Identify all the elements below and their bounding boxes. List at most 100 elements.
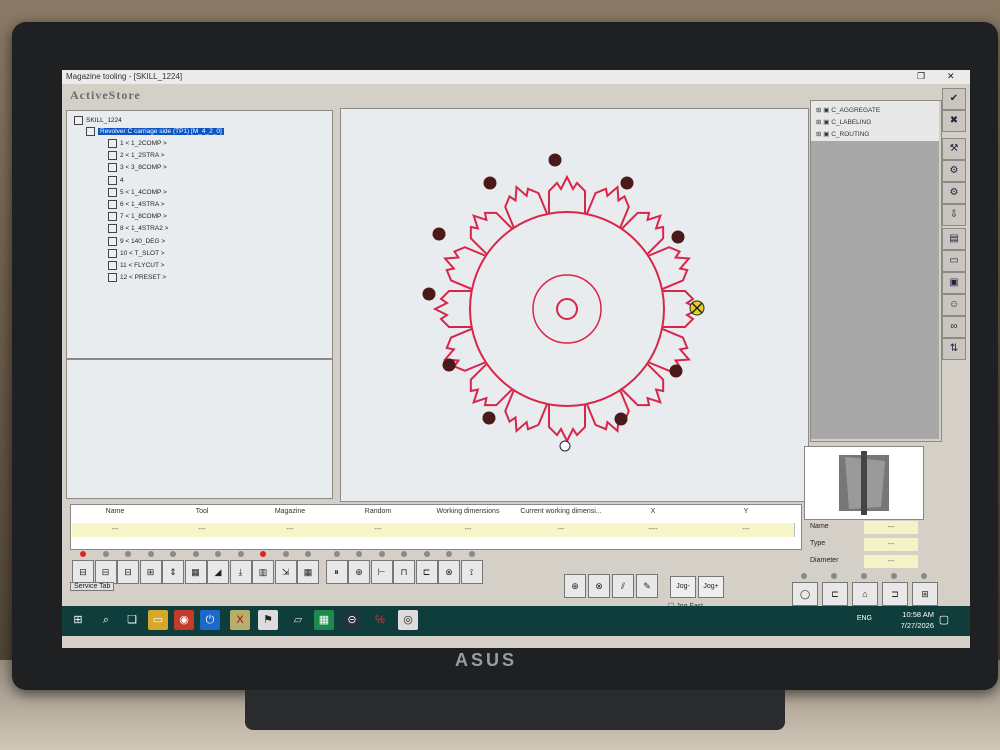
tree-item[interactable]: 11 < FLYCUT >	[108, 261, 164, 270]
notification-icon[interactable]: ▢	[934, 610, 954, 630]
control-button[interactable]: ✎	[636, 574, 658, 598]
toolbar-button[interactable]: ⏸	[325, 560, 348, 584]
folder-icon[interactable]: ▭	[942, 250, 966, 272]
toolbar-button[interactable]: ⟟	[460, 560, 483, 584]
jog-minus-button[interactable]: Jog-	[670, 576, 696, 598]
sort-icon[interactable]: ⇅	[942, 338, 966, 360]
grid-cell[interactable]: ---	[158, 523, 247, 537]
search-icon[interactable]: ⌕	[96, 610, 116, 630]
glasses-icon[interactable]: ∞	[942, 316, 966, 338]
tree-item[interactable]: 1 < 1_2COMP >	[108, 139, 167, 148]
toolbar-button[interactable]: ⊕	[348, 560, 370, 584]
language-indicator[interactable]: ENG	[857, 615, 872, 622]
toolbar-button[interactable]: ⇲	[274, 560, 297, 584]
toolbar-button[interactable]: ⤓	[229, 560, 252, 584]
toolbar-button[interactable]: ⊟	[72, 560, 94, 584]
control-button[interactable]: ⫽	[612, 574, 634, 598]
tool-holder[interactable]	[648, 242, 696, 290]
grid-cell[interactable]: ---	[246, 523, 335, 537]
tool-icon[interactable]: ⚒	[942, 138, 966, 160]
grid-header[interactable]: X	[608, 508, 698, 515]
tree-item[interactable]: 2 < 1_2STRA >	[108, 151, 164, 161]
tool-holder[interactable]	[461, 203, 513, 255]
service-tab-button[interactable]: Service Tab	[70, 582, 115, 591]
tool-holder[interactable]	[438, 242, 486, 290]
tool-holder[interactable]	[621, 203, 673, 255]
toolbar-button[interactable]: ⊓	[393, 560, 415, 584]
grid-cell[interactable]: ---	[422, 523, 515, 537]
tree-item[interactable]: 5 < 1_4COMP >	[108, 187, 167, 197]
tool-holder[interactable]	[461, 363, 513, 415]
toolbar-button[interactable]: ⊗	[438, 560, 460, 584]
aggregate-button[interactable]: ⊐	[882, 582, 908, 606]
tree-root[interactable]: SKILL_1224	[74, 116, 122, 125]
aggregate-button[interactable]: ⌂	[852, 582, 878, 606]
list-item[interactable]: ⊞ ▣ C_ROUTING	[816, 130, 869, 138]
list-item[interactable]: ⊞ ▣ C_AGGREGATE	[816, 106, 880, 114]
tool-holder[interactable]	[621, 363, 673, 415]
aggregate-button[interactable]: ◯	[792, 582, 818, 606]
app-icon[interactable]: ◉	[174, 610, 194, 630]
tree-node-revolver[interactable]: Revolver C carriage side (TP1) [M_4_2_0]	[86, 127, 224, 136]
power-icon[interactable]: ⏻	[200, 610, 220, 630]
grid-header[interactable]: Working dimensions	[422, 508, 514, 515]
toolbar-button[interactable]: ⊞	[139, 560, 162, 584]
tool-holder[interactable]	[432, 290, 471, 328]
cancel-icon[interactable]: ✖	[942, 110, 966, 132]
confirm-icon[interactable]: ✔	[942, 88, 966, 110]
windows-start-icon[interactable]: ⊞	[68, 610, 88, 630]
layout-icon[interactable]: ▤	[942, 228, 966, 250]
grid-header[interactable]: Current working dimensi...	[514, 508, 608, 515]
control-button[interactable]: ⊕	[564, 574, 586, 598]
collapse-icon[interactable]	[86, 127, 95, 136]
grid-header[interactable]: Name	[72, 508, 158, 515]
collapse-icon[interactable]	[74, 116, 83, 125]
grid-cell[interactable]: ----	[608, 523, 699, 537]
grid-header[interactable]: Magazine	[246, 508, 334, 515]
toolbar-button[interactable]: ▥	[252, 560, 274, 584]
app-icon[interactable]: ▱	[288, 610, 308, 630]
aggregate-button[interactable]: ⊏	[822, 582, 848, 606]
tree-item[interactable]: 4	[108, 175, 124, 185]
system-clock[interactable]: 10:58 AM 7/27/2026	[901, 609, 934, 631]
app-icon[interactable]: ⊝	[342, 610, 362, 630]
control-button[interactable]: ⊗	[588, 574, 610, 598]
task-view-icon[interactable]: ❑	[122, 610, 142, 630]
toolbar-button[interactable]: ⊏	[415, 560, 438, 584]
save-icon[interactable]: ▣	[942, 272, 966, 294]
toolbar-button[interactable]: ▦	[297, 560, 319, 584]
tool-holder[interactable]	[548, 405, 586, 444]
tool-icon[interactable]: ⚙	[942, 160, 966, 182]
grid-cell[interactable]: ---	[72, 523, 159, 537]
tool-holder[interactable]	[548, 174, 586, 213]
tree-item[interactable]: 6 < 1_4STRA >	[108, 200, 164, 209]
grid-cell[interactable]: ---	[514, 523, 609, 537]
tree-item[interactable]: 10 < T_SLOT >	[108, 248, 165, 258]
user-icon[interactable]: ☺	[942, 294, 966, 316]
tool-holder[interactable]	[500, 390, 548, 438]
restore-icon[interactable]: ❐	[917, 71, 925, 82]
toolbar-button[interactable]: ⊢	[370, 560, 393, 584]
machine-app-icon[interactable]: X	[230, 610, 250, 630]
drill-icon[interactable]: ⇩	[942, 204, 966, 226]
tool-holder[interactable]	[586, 390, 634, 438]
tree-item[interactable]: 8 < 1_4STRA2 >	[108, 224, 168, 234]
tree-item[interactable]: 9 < 140_DEG >	[108, 236, 165, 246]
grid-header[interactable]: Tool	[158, 508, 246, 515]
grid-header[interactable]: Y	[698, 508, 794, 515]
toolbar-button[interactable]: ⇕	[162, 560, 184, 584]
aggregate-button[interactable]: ⊞	[912, 582, 938, 606]
app-icon[interactable]: ◎	[398, 610, 418, 630]
magazine-view[interactable]	[340, 108, 809, 502]
toolbar-button[interactable]: ⊟	[117, 560, 139, 584]
app-icon[interactable]: ⚑	[258, 610, 278, 630]
app-icon[interactable]: ℅	[370, 610, 390, 630]
tree-item[interactable]: 3 < 3_8COMP >	[108, 163, 167, 173]
tree-item[interactable]: 12 < PRESET >	[108, 273, 166, 283]
grid-cell[interactable]: ---	[698, 523, 795, 537]
file-explorer-icon[interactable]: ▭	[148, 610, 168, 630]
tree-item[interactable]: 7 < 1_8COMP >	[108, 212, 167, 222]
close-icon[interactable]: ✕	[947, 71, 955, 82]
list-item[interactable]: ⊞ ▣ C_LABELING	[816, 118, 871, 126]
grid-header[interactable]: Random	[334, 508, 422, 515]
